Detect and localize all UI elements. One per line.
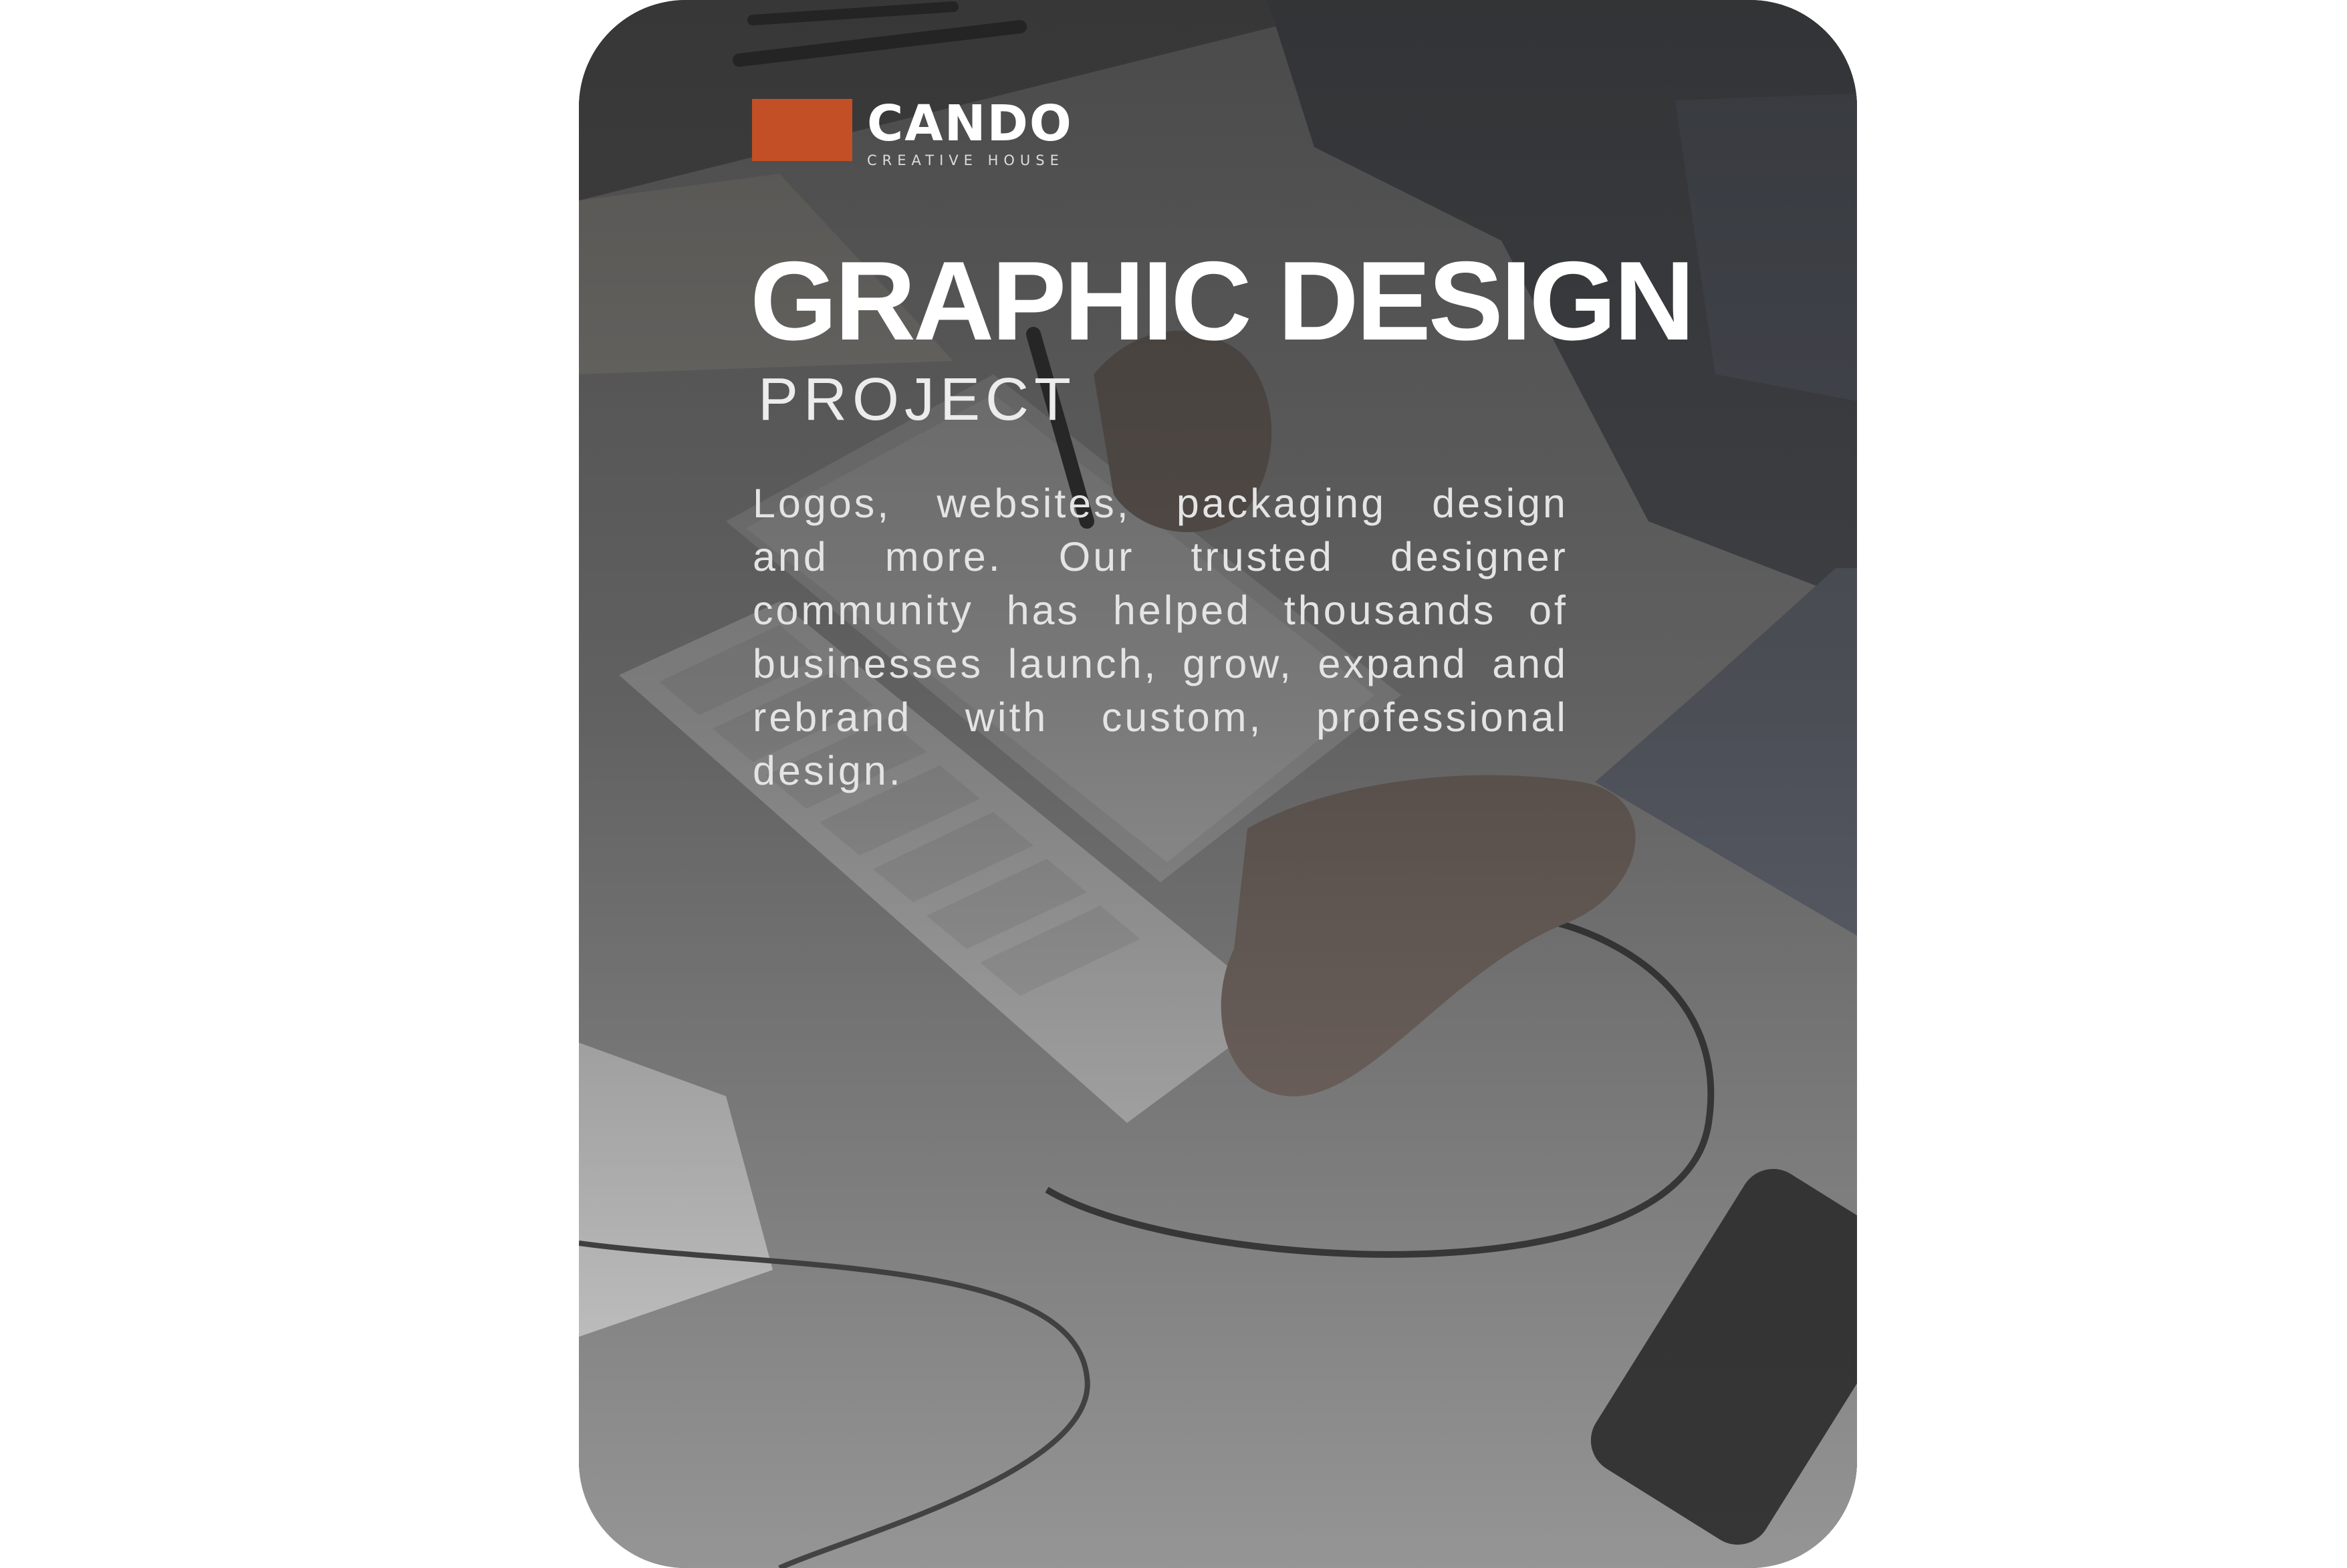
brand-logo: CANDO CREATIVE HOUSE xyxy=(752,99,1073,168)
page-subtitle: PROJECT xyxy=(758,366,1077,433)
brand-name: CANDO xyxy=(867,95,1073,152)
description-text: Logos, websites, packaging design and mo… xyxy=(753,481,1568,793)
logo-text: CANDO CREATIVE HOUSE xyxy=(867,99,1073,168)
page-title: GRAPHIC DESIGN xyxy=(750,238,1695,364)
logo-mark xyxy=(752,99,852,161)
brand-tagline: CREATIVE HOUSE xyxy=(867,152,1064,168)
page-canvas: CANDO CREATIVE HOUSE GRAPHIC DESIGN PROJ… xyxy=(0,0,2347,1568)
